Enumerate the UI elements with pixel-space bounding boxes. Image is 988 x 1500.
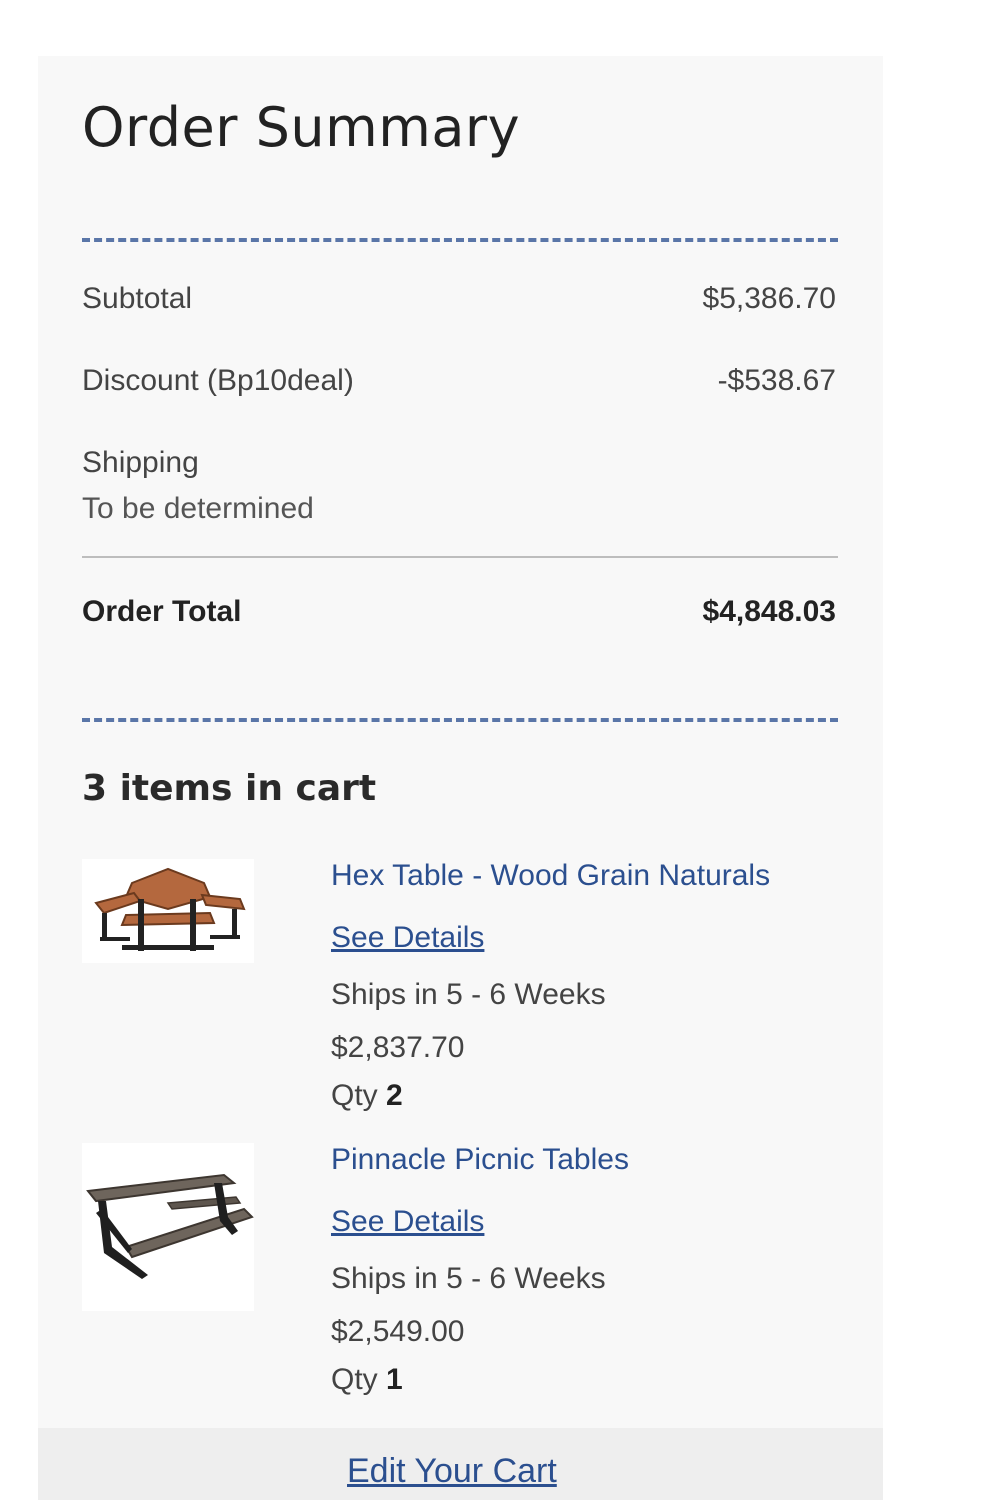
shipping-estimate: Ships in 5 - 6 Weeks [331, 1262, 606, 1295]
subtotal-value: $5,386.70 [702, 282, 836, 315]
item-quantity: Qty 2 [331, 1079, 403, 1113]
shipping-estimate: Ships in 5 - 6 Weeks [331, 978, 606, 1011]
see-details-link[interactable]: See Details [331, 921, 484, 955]
discount-value: -$538.67 [717, 364, 836, 397]
qty-value: 1 [386, 1363, 403, 1396]
dashed-divider-bottom [82, 718, 838, 722]
order-total-value: $4,848.03 [702, 595, 836, 628]
product-name-link[interactable]: Pinnacle Picnic Tables [331, 1143, 629, 1177]
cart-footer: Edit Your Cart [38, 1428, 883, 1500]
dashed-divider-top [82, 238, 838, 242]
discount-label: Discount (Bp10deal) [82, 364, 354, 397]
pinnacle-table-image [86, 1173, 254, 1279]
hex-picnic-table-icon[interactable] [82, 859, 254, 963]
see-details-link[interactable]: See Details [331, 1205, 484, 1239]
shipping-row: Shipping [82, 446, 836, 480]
order-summary-title: Order Summary [82, 96, 521, 159]
shipping-label: Shipping [82, 446, 199, 479]
subtotal-label: Subtotal [82, 282, 193, 315]
order-total-row: Order Total $4,848.03 [82, 595, 836, 629]
edit-cart-link[interactable]: Edit Your Cart [347, 1452, 557, 1491]
item-quantity: Qty 1 [331, 1363, 403, 1397]
product-name-link[interactable]: Hex Table - Wood Grain Naturals [331, 859, 770, 893]
qty-label: Qty [331, 1363, 378, 1396]
items-in-cart-heading: 3 items in cart [82, 768, 377, 809]
qty-value: 2 [386, 1079, 403, 1112]
hex-table-image [94, 867, 246, 951]
shipping-value: To be determined [82, 492, 314, 525]
qty-label: Qty [331, 1079, 378, 1112]
order-summary-panel: Order Summary Subtotal $5,386.70 Discoun… [38, 56, 883, 1500]
discount-row: Discount (Bp10deal) -$538.67 [82, 364, 836, 398]
order-total-label: Order Total [82, 595, 242, 628]
picnic-table-icon[interactable] [82, 1143, 254, 1311]
item-price: $2,837.70 [331, 1031, 465, 1064]
subtotal-row: Subtotal $5,386.70 [82, 282, 836, 316]
total-divider [82, 556, 838, 558]
item-price: $2,549.00 [331, 1315, 465, 1348]
